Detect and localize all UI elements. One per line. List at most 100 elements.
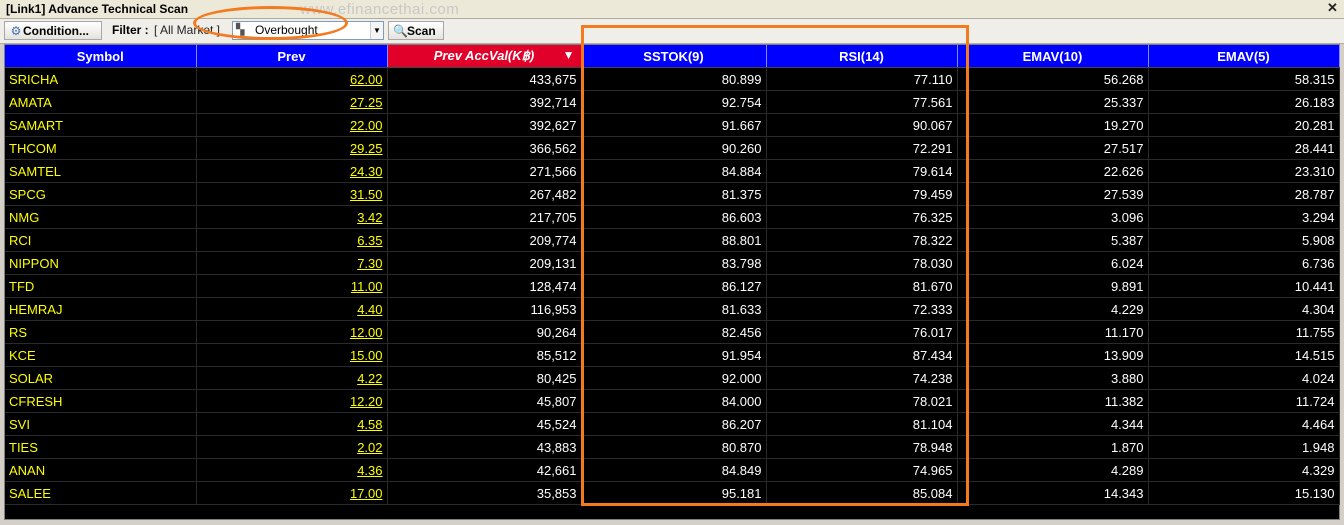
table-row[interactable]: THCOM 29.25 366,562 90.260 72.291 27.517 28.44… <box>5 136 1340 160</box>
table-row[interactable]: SVI 4.58 45,524 86.207 81.104 4.344 4.464 <box>5 412 1340 436</box>
table-row[interactable]: TFD 11.00 128,474 86.127 81.670 9.891 10.441 <box>5 274 1340 298</box>
cell-rsi: 79.459 <box>766 182 958 206</box>
cell-emav5: 28.441 <box>1148 136 1340 160</box>
cell-prev[interactable]: 4.36 <box>196 458 388 482</box>
table-row[interactable]: SOLAR 4.22 80,425 92.000 74.238 3.880 4.024 <box>5 366 1340 390</box>
cell-prev[interactable]: 17.00 <box>196 481 388 505</box>
cell-symbol[interactable]: CFRESH <box>5 389 197 413</box>
cell-symbol[interactable]: SPCG <box>5 182 197 206</box>
cell-symbol[interactable]: TIES <box>5 435 197 459</box>
cell-prev[interactable]: 27.25 <box>196 90 388 114</box>
cell-prev[interactable]: 29.25 <box>196 136 388 160</box>
table-row[interactable]: SAMTEL 24.30 271,566 84.884 79.614 22.626 23.3… <box>5 159 1340 183</box>
cell-prev[interactable]: 12.20 <box>196 389 388 413</box>
cell-prev[interactable]: 22.00 <box>196 113 388 137</box>
cell-prev[interactable]: 6.35 <box>196 228 388 252</box>
cell-sstok: 90.260 <box>581 136 767 160</box>
cell-prev[interactable]: 7.30 <box>196 251 388 275</box>
table-row[interactable]: SAMART 22.00 392,627 91.667 90.067 19.270 20.2… <box>5 113 1340 137</box>
column-header-emav10[interactable]: EMAV(10) <box>957 45 1149 68</box>
column-header-prev[interactable]: Prev <box>196 45 388 68</box>
cell-rsi: 76.017 <box>766 320 958 344</box>
cell-emav10: 4.289 <box>957 458 1149 482</box>
condition-icon: ⚙ <box>10 24 22 38</box>
cell-symbol[interactable]: RS <box>5 320 197 344</box>
scan-button[interactable]: 🔍Scan <box>388 21 444 40</box>
cell-emav5: 4.329 <box>1148 458 1340 482</box>
column-header-sstok[interactable]: SSTOK(9) <box>581 45 767 68</box>
table-row[interactable]: NIPPON 7.30 209,131 83.798 78.030 6.024 6.736 <box>5 251 1340 275</box>
cell-prev-accval: 128,474 <box>387 274 582 298</box>
table-row[interactable]: TIES 2.02 43,883 80.870 78.948 1.870 1.948 <box>5 435 1340 459</box>
cell-sstok: 88.801 <box>581 228 767 252</box>
cell-symbol[interactable]: ANAN <box>5 458 197 482</box>
table-row[interactable]: AMATA 27.25 392,714 92.754 77.561 25.337 26.18… <box>5 90 1340 114</box>
cell-prev[interactable]: 12.00 <box>196 320 388 344</box>
table-row[interactable]: SRICHA 62.00 433,675 80.899 77.110 56.268 58.3… <box>5 67 1340 91</box>
table-row[interactable]: NMG 3.42 217,705 86.603 76.325 3.096 3.294 <box>5 205 1340 229</box>
cell-prev[interactable]: 62.00 <box>196 67 388 91</box>
cell-prev[interactable]: 2.02 <box>196 435 388 459</box>
cell-prev[interactable]: 11.00 <box>196 274 388 298</box>
table-row[interactable]: SALEE 17.00 35,853 95.181 85.084 14.343 15.130 <box>5 481 1340 505</box>
cell-emav10: 11.170 <box>957 320 1149 344</box>
cell-emav10: 19.270 <box>957 113 1149 137</box>
cell-emav10: 11.382 <box>957 389 1149 413</box>
cell-rsi: 87.434 <box>766 343 958 367</box>
cell-symbol[interactable]: AMATA <box>5 90 197 114</box>
cell-symbol[interactable]: NMG <box>5 205 197 229</box>
cell-symbol[interactable]: SAMART <box>5 113 197 137</box>
cell-prev[interactable]: 3.42 <box>196 205 388 229</box>
cell-emav5: 15.130 <box>1148 481 1340 505</box>
column-header-emav5[interactable]: EMAV(5) <box>1148 45 1340 68</box>
cell-prev-accval: 217,705 <box>387 205 582 229</box>
cell-symbol[interactable]: SVI <box>5 412 197 436</box>
cell-prev[interactable]: 4.22 <box>196 366 388 390</box>
cell-emav5: 28.787 <box>1148 182 1340 206</box>
cell-symbol[interactable]: SRICHA <box>5 67 197 91</box>
table-row[interactable]: RCI 6.35 209,774 88.801 78.322 5.387 5.908 <box>5 228 1340 252</box>
close-icon[interactable]: ✕ <box>1325 1 1340 15</box>
cell-sstok: 92.000 <box>581 366 767 390</box>
table-row[interactable]: KCE 15.00 85,512 91.954 87.434 13.909 14.515 <box>5 343 1340 367</box>
cell-prev-accval: 392,714 <box>387 90 582 114</box>
column-header-prev-accval[interactable]: Prev AccVal(K฿) ▼ <box>387 45 582 68</box>
cell-prev-accval: 209,131 <box>387 251 582 275</box>
cell-prev[interactable]: 24.30 <box>196 159 388 183</box>
cell-prev[interactable]: 15.00 <box>196 343 388 367</box>
cell-prev[interactable]: 31.50 <box>196 182 388 206</box>
cell-emav10: 5.387 <box>957 228 1149 252</box>
cell-emav10: 56.268 <box>957 67 1149 91</box>
cell-symbol[interactable]: SAMTEL <box>5 159 197 183</box>
cell-symbol[interactable]: HEMRAJ <box>5 297 197 321</box>
cell-emav5: 10.441 <box>1148 274 1340 298</box>
cell-symbol[interactable]: THCOM <box>5 136 197 160</box>
cell-rsi: 81.104 <box>766 412 958 436</box>
cell-emav10: 22.626 <box>957 159 1149 183</box>
cell-prev[interactable]: 4.40 <box>196 297 388 321</box>
table-row[interactable]: CFRESH 12.20 45,807 84.000 78.021 11.382 11.72… <box>5 389 1340 413</box>
cell-symbol[interactable]: SALEE <box>5 481 197 505</box>
condition-button[interactable]: ⚙ Condition... <box>4 21 102 40</box>
cell-prev-accval: 366,562 <box>387 136 582 160</box>
scan-type-select[interactable]: ▚ Overbought ▼ <box>232 21 384 40</box>
cell-symbol[interactable]: RCI <box>5 228 197 252</box>
filter-value[interactable]: [ All Market ] <box>154 21 220 40</box>
table-row[interactable]: RS 12.00 90,264 82.456 76.017 11.170 11.755 <box>5 320 1340 344</box>
table-row[interactable]: HEMRAJ 4.40 116,953 81.633 72.333 4.229 4.304 <box>5 297 1340 321</box>
cell-symbol[interactable]: KCE <box>5 343 197 367</box>
cell-symbol[interactable]: TFD <box>5 274 197 298</box>
column-header-rsi[interactable]: RSI(14) <box>766 45 958 68</box>
cell-sstok: 91.667 <box>581 113 767 137</box>
cell-emav5: 4.304 <box>1148 297 1340 321</box>
chevron-down-icon[interactable]: ▼ <box>370 22 383 39</box>
cell-symbol[interactable]: SOLAR <box>5 366 197 390</box>
table-row[interactable]: ANAN 4.36 42,661 84.849 74.965 4.289 4.329 <box>5 458 1340 482</box>
table-row[interactable]: SPCG 31.50 267,482 81.375 79.459 27.539 28.787 <box>5 182 1340 206</box>
cell-sstok: 86.127 <box>581 274 767 298</box>
cell-prev[interactable]: 4.58 <box>196 412 388 436</box>
column-header-symbol[interactable]: Symbol <box>5 45 197 68</box>
cell-prev-accval: 90,264 <box>387 320 582 344</box>
cell-sstok: 92.754 <box>581 90 767 114</box>
cell-symbol[interactable]: NIPPON <box>5 251 197 275</box>
